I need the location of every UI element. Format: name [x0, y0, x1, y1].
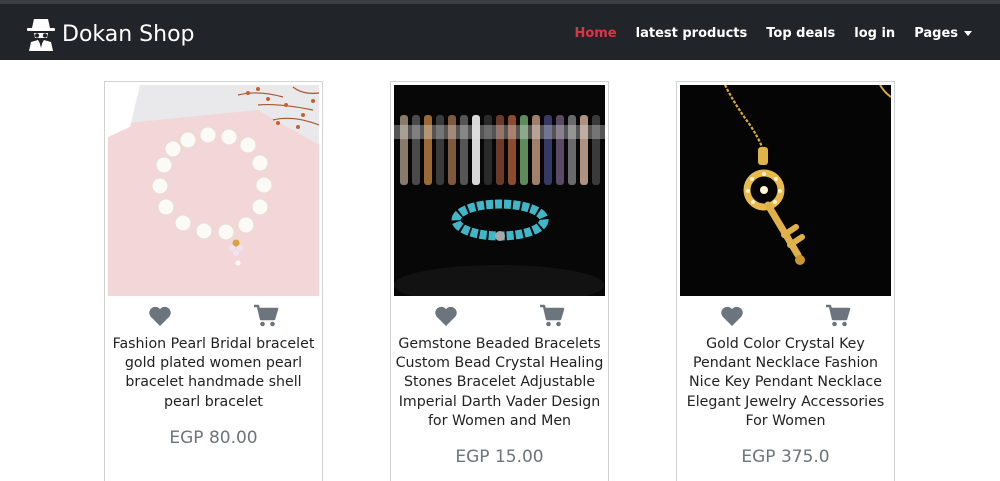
product-actions	[105, 304, 322, 330]
cart-icon[interactable]	[253, 304, 279, 328]
product-price: EGP 375.0	[741, 447, 830, 467]
product-card: Fashion Pearl Bridal bracelet gold plate…	[104, 81, 323, 481]
heart-icon[interactable]	[720, 304, 744, 328]
cart-icon[interactable]	[539, 304, 565, 328]
nav-link-top-deals[interactable]: Top deals	[766, 26, 835, 41]
beaded-bracelets-image[interactable]	[394, 85, 605, 296]
nav-link-log-in[interactable]: log in	[854, 26, 895, 41]
product-title[interactable]: Gold Color Crystal Key Pendant Necklace …	[677, 335, 894, 431]
nav-links: Home latest products Top deals log in Pa…	[574, 26, 972, 41]
product-card: Gemstone Beaded Bracelets Custom Bead Cr…	[390, 81, 609, 481]
heart-icon[interactable]	[148, 304, 172, 328]
brand-link[interactable]: Dokan Shop	[26, 14, 195, 54]
cart-icon[interactable]	[825, 304, 851, 328]
spy-hat-icon	[27, 19, 55, 51]
product-actions	[677, 304, 894, 330]
key-pendant-necklace-image[interactable]	[680, 85, 891, 296]
pearl-bracelet-image[interactable]	[108, 85, 319, 296]
pages-label: Pages	[914, 26, 958, 41]
product-price: EGP 80.00	[169, 428, 258, 448]
caret-down-icon	[964, 31, 972, 36]
product-title[interactable]: Gemstone Beaded Bracelets Custom Bead Cr…	[391, 335, 608, 431]
heart-icon[interactable]	[434, 304, 458, 328]
product-card: Gold Color Crystal Key Pendant Necklace …	[676, 81, 895, 481]
navbar: Dokan Shop Home latest products Top deal…	[0, 0, 1000, 60]
product-actions	[391, 304, 608, 330]
nav-link-latest-products[interactable]: latest products	[636, 26, 748, 41]
nav-link-home[interactable]: Home	[574, 26, 616, 41]
product-title[interactable]: Fashion Pearl Bridal bracelet gold plate…	[105, 335, 322, 412]
product-price: EGP 15.00	[455, 447, 544, 467]
brand-name: Dokan Shop	[62, 21, 195, 47]
nav-link-pages-dropdown[interactable]: Pages	[914, 26, 972, 41]
